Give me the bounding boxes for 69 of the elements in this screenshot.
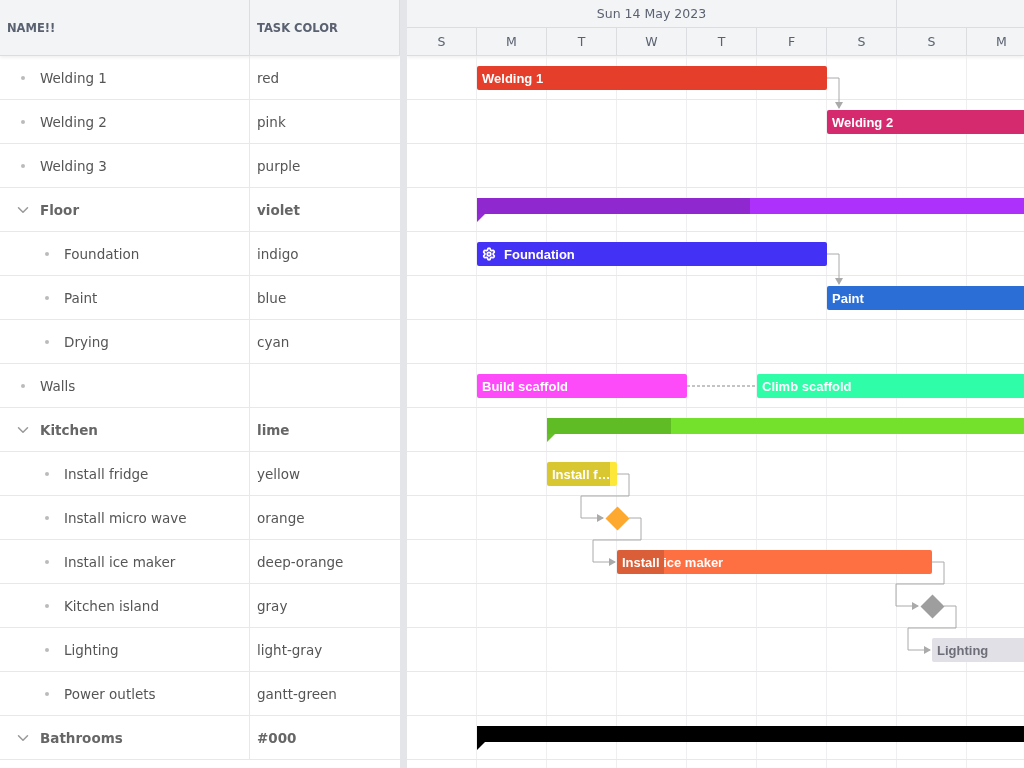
task-name: Welding 3 (40, 157, 107, 174)
day-header: F (757, 28, 827, 55)
task-color: pink (257, 113, 286, 130)
task-bar[interactable]: Lighting (932, 638, 1024, 662)
bullet-icon (21, 383, 25, 388)
task-color: violet (257, 201, 300, 218)
task-bar[interactable]: Install ice maker (617, 550, 932, 574)
bullet-icon (21, 119, 25, 124)
task-color: #000 (257, 729, 297, 746)
bullet-icon (45, 515, 49, 520)
bullet-icon (45, 603, 49, 608)
bullet-icon (45, 295, 49, 300)
task-name: Install ice maker (64, 553, 176, 570)
bullet-icon (45, 251, 49, 256)
bullet-icon (45, 647, 49, 652)
task-name: Floor (40, 201, 80, 218)
bullet-icon (21, 75, 25, 80)
dependency-arrow (826, 77, 843, 109)
task-name: Install fridge (64, 465, 149, 482)
day-header: M (967, 28, 1024, 55)
dependency-arrow (895, 561, 945, 610)
day-header: T (547, 28, 617, 55)
summary-bar[interactable] (477, 198, 1024, 222)
bullet-icon (45, 559, 49, 564)
task-color: red (257, 69, 280, 86)
task-name: Install micro wave (64, 509, 187, 526)
task-color: orange (257, 509, 305, 526)
day-header: W (617, 28, 687, 55)
bullet-icon (45, 691, 49, 696)
week-header: Sun 14 May 2023 (407, 0, 897, 27)
bullet-icon (21, 163, 25, 168)
task-name: Welding 2 (40, 113, 107, 130)
task-color: yellow (257, 465, 301, 482)
task-color: purple (257, 157, 301, 174)
task-name: Walls (40, 377, 76, 394)
task-bar[interactable]: Welding 2 (827, 110, 1024, 134)
task-name: Foundation (64, 245, 140, 262)
dependency-line (686, 385, 758, 387)
task-bar[interactable]: Foundation (477, 242, 827, 266)
task-color: deep-orange (257, 553, 344, 570)
task-name: Kitchen island (64, 597, 159, 614)
column-header[interactable]: NAME!! (0, 0, 250, 55)
bullet-icon (45, 471, 49, 476)
task-color: gantt-green (257, 685, 337, 702)
task-color: blue (257, 289, 287, 306)
bullet-icon (45, 339, 49, 344)
day-header: S (897, 28, 967, 55)
task-color: light-gray (257, 641, 323, 658)
dependency-arrow (826, 253, 843, 285)
summary-bar[interactable] (477, 726, 1024, 750)
task-bar[interactable]: Build scaffold (477, 374, 687, 398)
day-header: T (687, 28, 757, 55)
task-name: Welding 1 (40, 69, 107, 86)
task-name: Lighting (64, 641, 119, 658)
task-color: gray (257, 597, 288, 614)
task-color: cyan (257, 333, 290, 350)
task-name: Paint (64, 289, 98, 306)
task-name: Kitchen (40, 421, 98, 438)
task-name: Drying (64, 333, 109, 350)
day-header: S (827, 28, 897, 55)
day-header: S (407, 28, 477, 55)
task-name: Power outlets (64, 685, 156, 702)
day-header: M (477, 28, 547, 55)
settings-icon (482, 247, 496, 261)
task-bar[interactable]: Paint (827, 286, 1024, 310)
task-color: indigo (257, 245, 299, 262)
task-color: lime (257, 421, 290, 438)
task-name: Bathrooms (40, 729, 123, 746)
task-bar[interactable]: Welding 1 (477, 66, 827, 90)
